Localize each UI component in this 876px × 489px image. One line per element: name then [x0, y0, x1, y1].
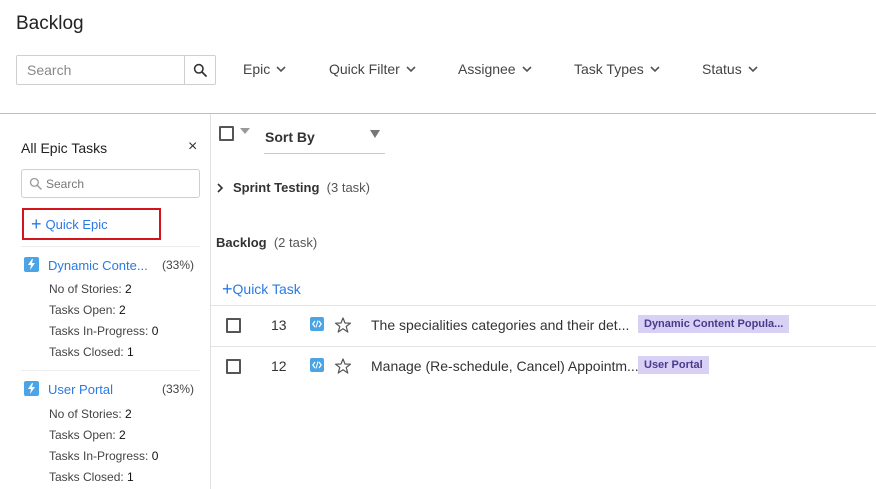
epic-stat-stories: No of Stories: 2	[49, 282, 132, 296]
stat-value: 0	[151, 324, 159, 338]
stat-value: 2	[119, 303, 126, 317]
filter-assignee[interactable]: Assignee	[458, 61, 532, 77]
lightning-icon	[24, 381, 39, 396]
quick-task-label: Quick Task	[232, 281, 301, 297]
quick-task-button[interactable]: +Quick Task	[222, 278, 301, 299]
stat-label: Tasks Open:	[49, 428, 116, 442]
epic-stat-in-progress: Tasks In-Progress: 0	[49, 324, 158, 338]
star-icon[interactable]	[335, 358, 351, 374]
search-field[interactable]	[16, 55, 216, 85]
divider	[21, 370, 200, 371]
filter-label: Quick Filter	[329, 61, 400, 77]
sprint-group-header[interactable]: Sprint Testing (3 task)	[217, 180, 370, 195]
filter-label: Epic	[243, 61, 271, 77]
epic-stat-in-progress: Tasks In-Progress: 0	[49, 449, 158, 463]
stat-value: 1	[127, 345, 134, 359]
sort-by-label: Sort By	[265, 129, 315, 145]
search-button[interactable]	[184, 56, 215, 84]
star-icon[interactable]	[335, 317, 351, 333]
chevron-right-icon	[217, 182, 224, 193]
chevron-down-icon	[748, 65, 758, 72]
epic-search-field[interactable]	[21, 169, 200, 198]
sprint-count: (3 task)	[326, 180, 371, 195]
sidebar-divider	[210, 114, 211, 489]
stat-label: No of Stories:	[49, 407, 122, 421]
epic-tag: Dynamic Content Popula...	[638, 315, 790, 333]
stat-value: 2	[125, 407, 132, 421]
epic-stat-open: Tasks Open: 2	[49, 428, 126, 442]
code-icon	[310, 358, 324, 372]
plus-icon: +	[222, 279, 233, 299]
close-icon[interactable]: ×	[188, 138, 197, 156]
stat-label: Tasks Open:	[49, 303, 116, 317]
caret-down-icon	[370, 130, 380, 138]
chevron-down-icon	[406, 65, 416, 72]
epic-name-link[interactable]: User Portal	[48, 382, 113, 397]
filter-task-types[interactable]: Task Types	[574, 61, 660, 77]
task-title[interactable]: The specialities categories and their de…	[371, 317, 629, 333]
stat-label: Tasks In-Progress:	[49, 324, 149, 338]
task-id: 12	[271, 358, 287, 374]
epic-stat-closed: Tasks Closed: 1	[49, 345, 134, 359]
sort-by-dropdown[interactable]: Sort By	[264, 124, 385, 154]
sprint-name: Sprint Testing	[233, 180, 320, 195]
task-title[interactable]: Manage (Re-schedule, Cancel) Appointm...	[371, 358, 639, 374]
chevron-down-icon	[522, 65, 532, 72]
stat-value: 0	[151, 449, 159, 463]
epic-stat-closed: Tasks Closed: 1	[49, 470, 134, 484]
epic-percent: (33%)	[162, 382, 195, 396]
header-divider	[0, 113, 876, 114]
search-icon	[29, 177, 42, 190]
filter-status[interactable]: Status	[702, 61, 758, 77]
lightning-icon	[24, 257, 39, 272]
quick-epic-label: Quick Epic	[45, 216, 108, 232]
task-id: 13	[271, 317, 287, 333]
filter-epic[interactable]: Epic	[243, 61, 286, 77]
search-icon	[193, 63, 207, 77]
plus-icon: +	[31, 213, 42, 234]
filter-label: Task Types	[574, 61, 644, 77]
quick-epic-button[interactable]: + Quick Epic	[22, 208, 161, 240]
stat-label: Tasks Closed:	[49, 345, 124, 359]
chevron-down-icon	[650, 65, 660, 72]
epic-name-link[interactable]: Dynamic Conte...	[48, 258, 148, 273]
task-checkbox[interactable]	[226, 318, 241, 333]
stat-value: 2	[119, 428, 126, 442]
search-input[interactable]	[17, 56, 185, 84]
stat-label: Tasks Closed:	[49, 470, 124, 484]
stat-label: No of Stories:	[49, 282, 122, 296]
epic-stat-stories: No of Stories: 2	[49, 407, 132, 421]
filter-label: Assignee	[458, 61, 516, 77]
stat-value: 2	[125, 282, 132, 296]
page-title: Backlog	[16, 13, 84, 34]
epic-stat-open: Tasks Open: 2	[49, 303, 126, 317]
stat-label: Tasks In-Progress:	[49, 449, 149, 463]
filter-quick-filter[interactable]: Quick Filter	[329, 61, 416, 77]
sidebar-title: All Epic Tasks	[21, 140, 108, 156]
epic-tag: User Portal	[638, 356, 709, 374]
select-all-checkbox[interactable]	[219, 126, 234, 141]
epic-percent: (33%)	[162, 258, 195, 272]
backlog-count: (2 task)	[273, 235, 318, 250]
backlog-name: Backlog	[216, 235, 267, 250]
divider	[21, 246, 200, 247]
filter-label: Status	[702, 61, 742, 77]
stat-value: 1	[127, 470, 134, 484]
task-checkbox[interactable]	[226, 359, 241, 374]
code-icon	[310, 317, 324, 331]
divider	[211, 305, 876, 306]
backlog-group-header: Backlog (2 task)	[216, 235, 317, 250]
divider	[211, 346, 876, 347]
epic-search-input[interactable]	[46, 170, 196, 197]
chevron-down-icon	[276, 65, 286, 72]
caret-down-icon[interactable]	[240, 128, 250, 134]
